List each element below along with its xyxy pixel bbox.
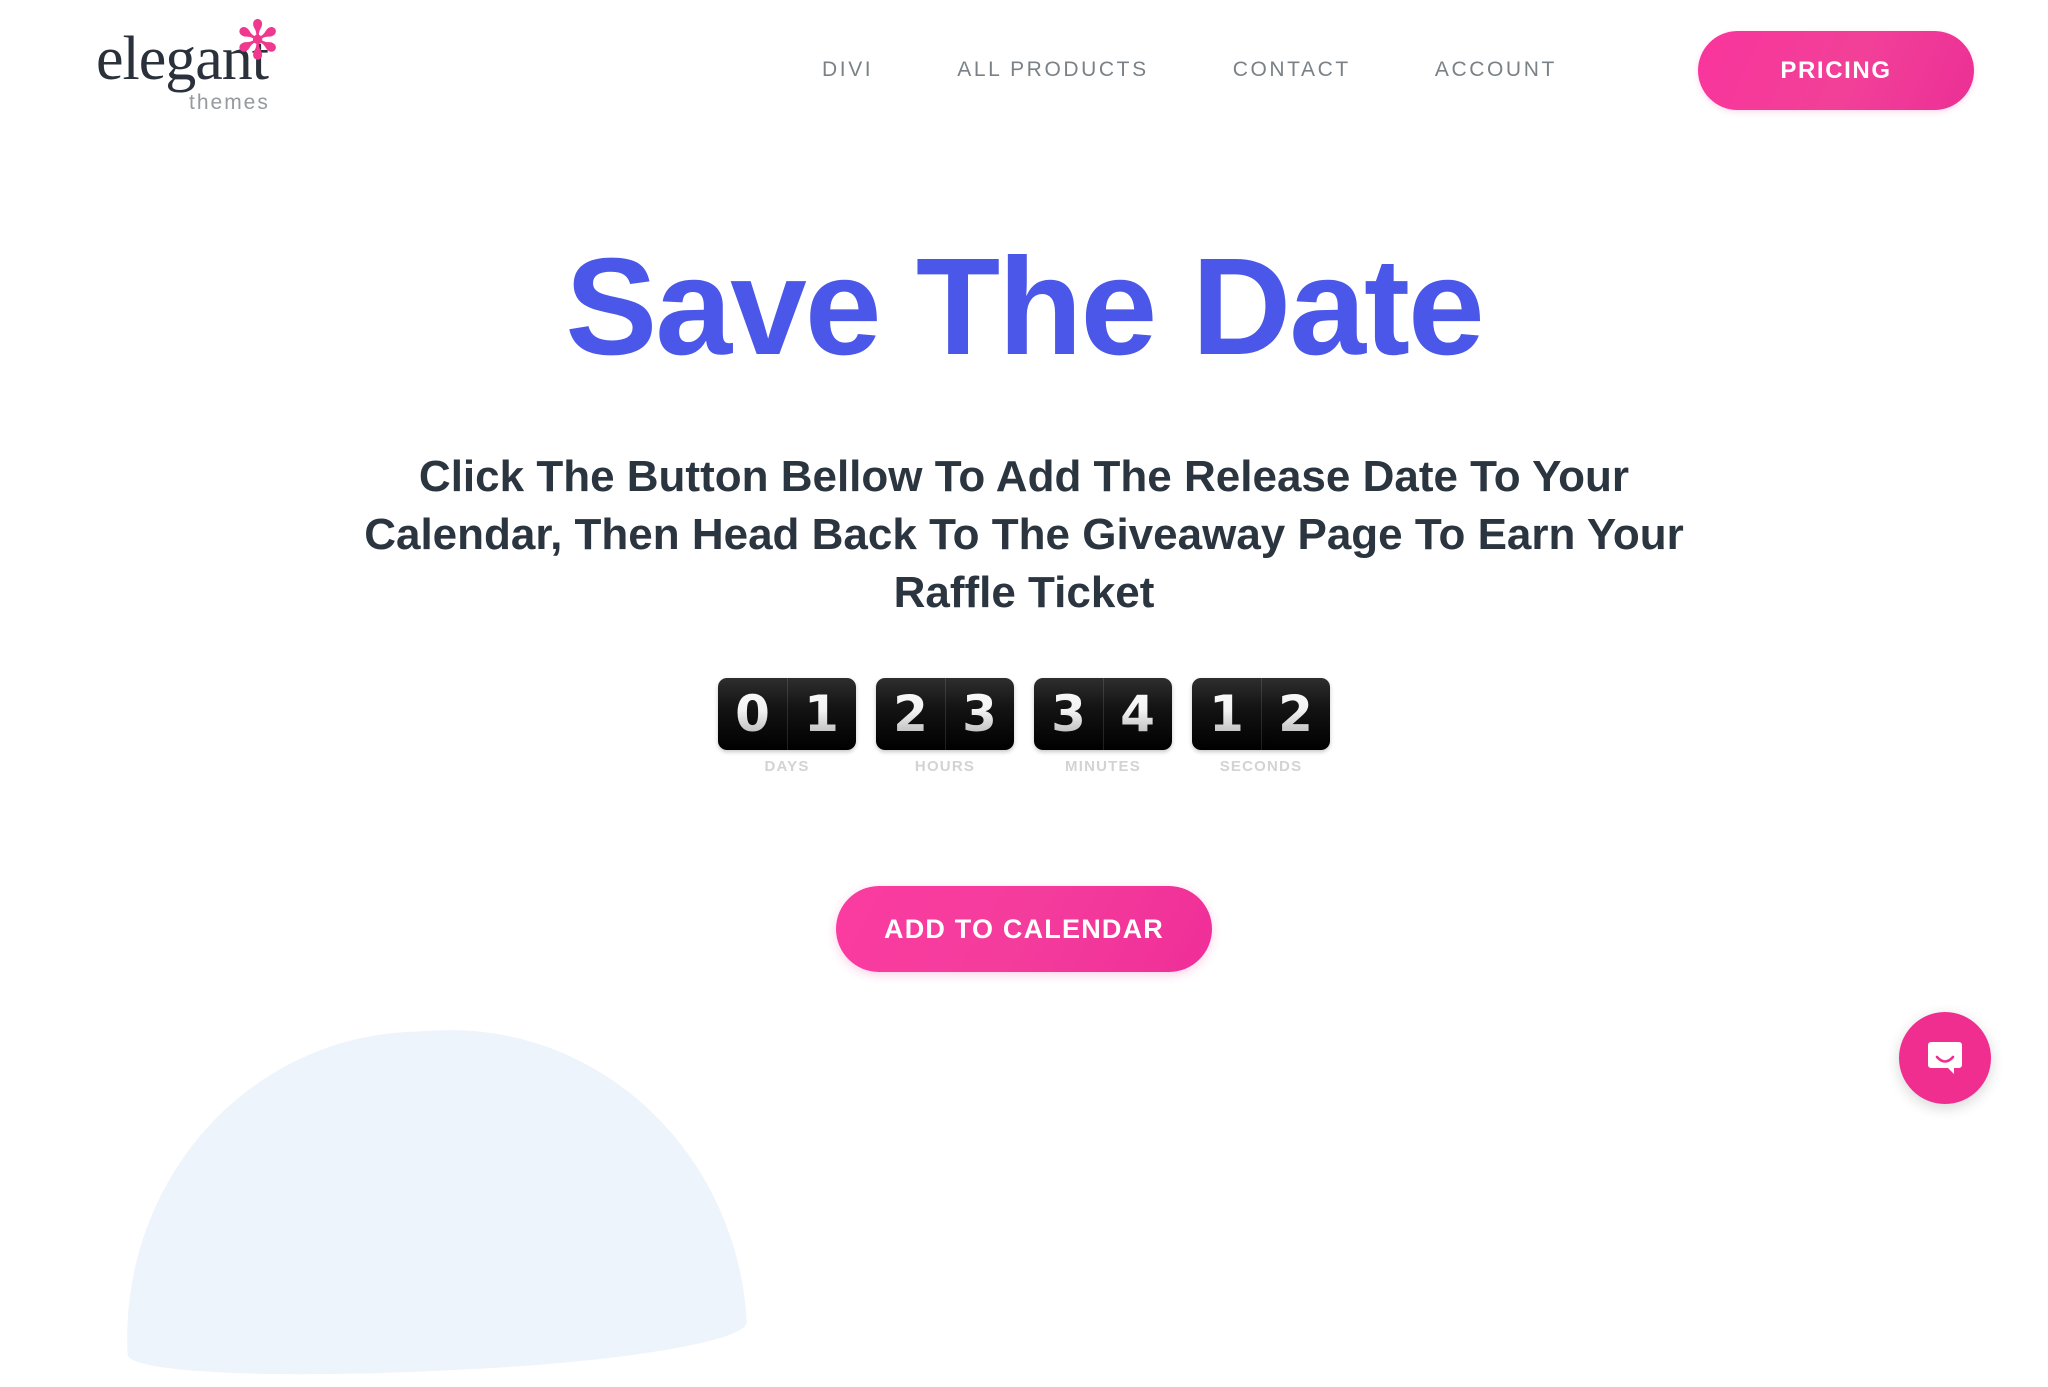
- countdown-box-days: 0 1: [718, 678, 856, 750]
- elegant-themes-logo[interactable]: elegant ✻ themes: [96, 9, 296, 114]
- countdown-unit-seconds: 1 2 SECONDS: [1192, 678, 1330, 775]
- countdown-label-hours: HOURS: [914, 758, 976, 775]
- countdown-box-minutes: 3 4: [1034, 678, 1172, 750]
- site-header: elegant ✻ themes DIVI ALL PRODUCTS CONTA…: [0, 0, 2048, 140]
- countdown-box-hours: 2 3: [876, 678, 1014, 750]
- countdown-digit-days-ones: 1: [787, 678, 856, 750]
- page-title: Save The Date: [565, 230, 1484, 384]
- nav-item-contact[interactable]: CONTACT: [1191, 58, 1393, 82]
- countdown-unit-hours: 2 3 HOURS: [876, 678, 1014, 775]
- logo-subtext: themes: [189, 91, 270, 114]
- nav-item-account[interactable]: ACCOUNT: [1393, 58, 1599, 82]
- hero-section: Save The Date Click The Button Bellow To…: [0, 0, 2048, 1141]
- pricing-button[interactable]: PRICING: [1698, 31, 1974, 110]
- countdown-digit-hours-tens: 2: [876, 678, 945, 750]
- chat-launcher-button[interactable]: [1899, 1012, 1991, 1104]
- chat-bubble-icon: [1923, 1036, 1967, 1080]
- countdown-label-days: DAYS: [764, 758, 810, 775]
- main-navigation: DIVI ALL PRODUCTS CONTACT ACCOUNT: [780, 0, 1599, 140]
- add-to-calendar-button[interactable]: ADD TO CALENDAR: [836, 886, 1212, 972]
- countdown-unit-days: 0 1 DAYS: [718, 678, 856, 775]
- countdown-digit-minutes-tens: 3: [1034, 678, 1103, 750]
- hero-subheadline: Click The Button Bellow To Add The Relea…: [364, 452, 1684, 618]
- countdown-digit-hours-ones: 3: [945, 678, 1014, 750]
- countdown-timer: 0 1 DAYS 2 3 HOURS 3 4 MINUTES 1 2 SECON…: [0, 678, 2048, 775]
- countdown-unit-minutes: 3 4 MINUTES: [1034, 678, 1172, 775]
- countdown-digit-seconds-tens: 1: [1192, 678, 1261, 750]
- countdown-label-seconds: SECONDS: [1219, 758, 1303, 775]
- nav-item-all-products[interactable]: ALL PRODUCTS: [915, 58, 1190, 82]
- asterisk-icon: ✻: [235, 9, 281, 72]
- countdown-box-seconds: 1 2: [1192, 678, 1330, 750]
- countdown-label-minutes: MINUTES: [1065, 758, 1141, 775]
- cta-container: ADD TO CALENDAR: [0, 886, 2048, 972]
- countdown-digit-days-tens: 0: [718, 678, 787, 750]
- countdown-digit-minutes-ones: 4: [1103, 678, 1172, 750]
- countdown-digit-seconds-ones: 2: [1261, 678, 1330, 750]
- nav-item-divi[interactable]: DIVI: [780, 58, 915, 82]
